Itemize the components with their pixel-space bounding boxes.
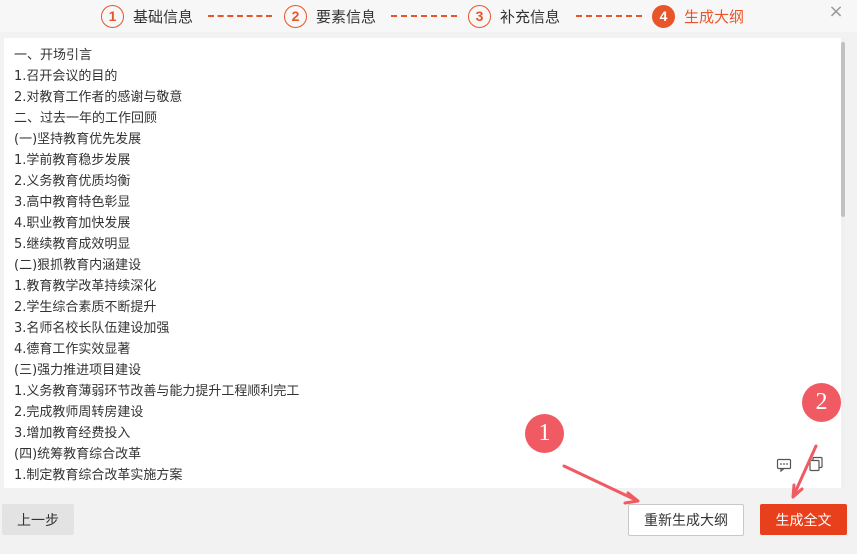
outline-line: 1.义务教育薄弱环节改善与能力提升工程顺利完工 bbox=[14, 384, 300, 399]
step-label: 生成大纲 bbox=[684, 7, 745, 26]
outline-line: 1.制定教育综合改革实施方案 bbox=[14, 468, 183, 483]
annotation-badge-1: 1 bbox=[525, 414, 564, 453]
close-icon[interactable]: × bbox=[826, 2, 846, 22]
step-number: 4 bbox=[652, 4, 675, 28]
step-number: 1 bbox=[101, 4, 124, 28]
outline-line: (四)统筹教育综合改革 bbox=[14, 447, 142, 462]
step-connector bbox=[576, 15, 642, 17]
step-basic-info[interactable]: 1 基础信息 bbox=[101, 4, 193, 28]
step-connector bbox=[208, 15, 272, 17]
step-label: 要素信息 bbox=[316, 7, 377, 26]
outline-line: 1.教育教学改革持续深化 bbox=[14, 279, 157, 294]
scrollbar-thumb[interactable] bbox=[841, 42, 845, 217]
outline-panel[interactable]: 一、开场引言 1.召开会议的目的 2.对教育工作者的感谢与敬意 二、过去一年的工作回顾… bbox=[4, 38, 845, 488]
step-connector bbox=[391, 15, 457, 17]
scrollbar[interactable] bbox=[841, 38, 845, 488]
step-generate-outline[interactable]: 4 生成大纲 bbox=[652, 4, 744, 28]
outline-line: (三)强力推进项目建设 bbox=[14, 363, 142, 378]
outline-line: 1.学前教育稳步发展 bbox=[14, 153, 131, 168]
outline-line: 2.义务教育优质均衡 bbox=[14, 174, 131, 189]
step-label: 补充信息 bbox=[500, 7, 561, 26]
outline-line: 2.对教育工作者的感谢与敬意 bbox=[14, 90, 183, 105]
outline-line: 3.名师名校长队伍建设加强 bbox=[14, 321, 170, 336]
regenerate-outline-button[interactable]: 重新生成大纲 bbox=[628, 504, 744, 536]
comment-icon[interactable] bbox=[776, 457, 792, 473]
generate-full-text-button[interactable]: 生成全文 bbox=[760, 504, 847, 535]
outline-line: 2.完成教师周转房建设 bbox=[14, 405, 144, 420]
outline-line: 一、开场引言 bbox=[14, 48, 93, 63]
outline-text[interactable]: 一、开场引言 1.召开会议的目的 2.对教育工作者的感谢与敬意 二、过去一年的工作回顾… bbox=[4, 38, 845, 486]
outline-line: 4.德育工作实效显著 bbox=[14, 342, 131, 357]
step-supplement-info[interactable]: 3 补充信息 bbox=[468, 4, 560, 28]
step-element-info[interactable]: 2 要素信息 bbox=[284, 4, 376, 28]
outline-line: 3.增加教育经费投入 bbox=[14, 426, 131, 441]
annotation-badge-2: 2 bbox=[802, 383, 841, 422]
outline-line: 3.高中教育特色彰显 bbox=[14, 195, 131, 210]
outline-line: 4.职业教育加快发展 bbox=[14, 216, 131, 231]
stepper: 1 基础信息 2 要素信息 3 补充信息 4 生成大纲 × bbox=[0, 0, 857, 32]
step-number: 2 bbox=[284, 4, 307, 28]
step-number: 3 bbox=[468, 4, 491, 28]
outline-line: 1.召开会议的目的 bbox=[14, 69, 118, 84]
outline-line: 5.继续教育成效明显 bbox=[14, 237, 131, 252]
outline-line: 二、过去一年的工作回顾 bbox=[14, 111, 158, 126]
outline-line: 2.学生综合素质不断提升 bbox=[14, 300, 157, 315]
prev-step-button[interactable]: 上一步 bbox=[2, 504, 74, 535]
copy-icon[interactable] bbox=[808, 456, 824, 472]
step-label: 基础信息 bbox=[133, 7, 194, 26]
outline-line: (二)狠抓教育内涵建设 bbox=[14, 258, 142, 273]
outline-line: (一)坚持教育优先发展 bbox=[14, 132, 142, 147]
